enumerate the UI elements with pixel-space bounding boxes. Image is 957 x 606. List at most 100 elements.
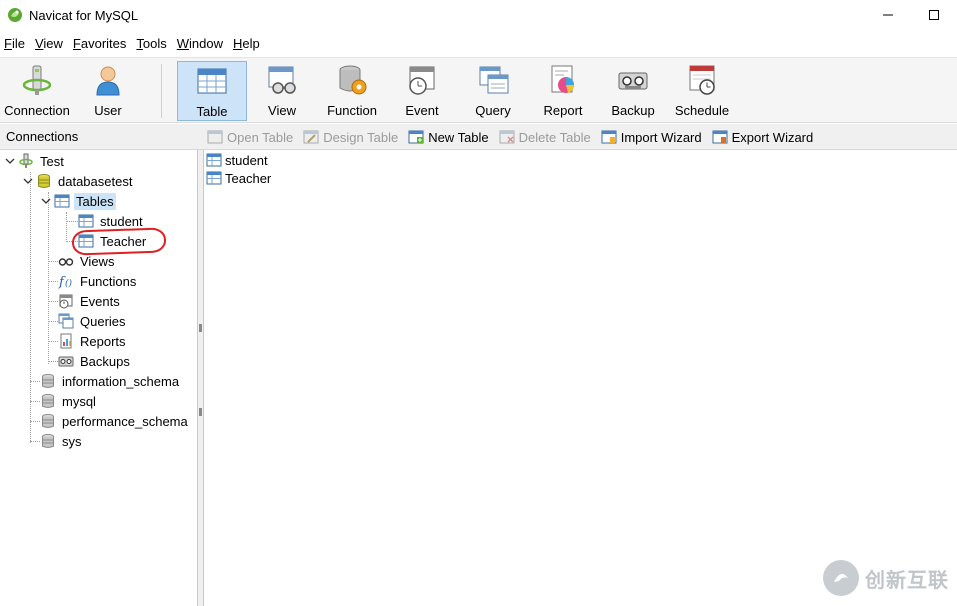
- export-wizard-icon: [712, 130, 728, 144]
- object-list-pane: student Teacher 创新互联: [204, 150, 957, 606]
- schedule-label: Schedule: [674, 103, 730, 118]
- tree-database-performance-schema[interactable]: performance_schema: [40, 411, 190, 431]
- tree-line: [48, 301, 58, 302]
- tree-label: information_schema: [62, 373, 180, 389]
- database-icon: [42, 414, 54, 428]
- tree-line: [48, 361, 58, 362]
- splitter-grip-icon[interactable]: [199, 408, 202, 416]
- tree-label: Test: [40, 153, 64, 169]
- object-item-student[interactable]: student: [206, 151, 268, 169]
- title-bar: Navicat for MySQL: [0, 0, 957, 30]
- view-label: View: [268, 103, 296, 118]
- minimize-button[interactable]: [865, 0, 911, 30]
- tree-label: databasetest: [58, 173, 133, 189]
- maximize-button[interactable]: [911, 0, 957, 30]
- delete-table-button[interactable]: Delete Table: [499, 129, 591, 145]
- backup-label: Backup: [611, 103, 655, 118]
- query-icon: [479, 66, 509, 94]
- tree-folder-functions[interactable]: f() Functions: [58, 271, 138, 291]
- collapse-icon[interactable]: [4, 155, 16, 167]
- tree-line: [30, 381, 40, 382]
- new-table-icon: [408, 130, 424, 144]
- import-wizard-button[interactable]: Import Wizard: [601, 129, 702, 145]
- report-icon: [551, 65, 574, 93]
- watermark: 创新互联: [823, 560, 949, 596]
- tree-label: Functions: [80, 273, 137, 289]
- query-label: Query: [475, 103, 511, 118]
- menu-tools[interactable]: Tools: [131, 36, 171, 51]
- toolbar-separator: [161, 64, 162, 118]
- tree-folder-reports[interactable]: Reports: [58, 331, 128, 351]
- database-icon: [42, 374, 54, 388]
- tree-line: [30, 421, 40, 422]
- watermark-logo-icon: [823, 560, 859, 596]
- tree-label: Events: [80, 293, 120, 309]
- collapse-icon[interactable]: [40, 195, 52, 207]
- open-table-icon: [207, 130, 223, 144]
- tree-line: [30, 441, 40, 442]
- query-button[interactable]: Query: [468, 61, 518, 121]
- delete-table-icon: [499, 130, 515, 144]
- tree-folder-queries[interactable]: Queries: [58, 311, 128, 331]
- tree-database-databasetest[interactable]: databasetest: [22, 171, 134, 191]
- connection-tree-panel: Test databasetest Tables student Teacher…: [0, 150, 198, 606]
- backup-icon: [618, 72, 648, 90]
- main-toolbar: Connection User Table View Function Even…: [0, 57, 957, 123]
- schedule-button[interactable]: Schedule: [672, 61, 732, 121]
- maximize-icon: [929, 10, 939, 20]
- tree-folder-events[interactable]: Events: [58, 291, 122, 311]
- tree-folder-backups[interactable]: Backups: [58, 351, 132, 371]
- report-button[interactable]: Report: [538, 61, 588, 121]
- connection-button[interactable]: Connection: [2, 61, 72, 121]
- tree-line: [66, 212, 67, 242]
- tree-database-information-schema[interactable]: information_schema: [40, 371, 181, 391]
- menu-window[interactable]: Window: [172, 36, 228, 51]
- menu-view[interactable]: View: [30, 36, 68, 51]
- user-icon: [96, 66, 120, 96]
- queries-icon: [58, 313, 74, 329]
- tree-database-mysql[interactable]: mysql: [40, 391, 98, 411]
- backup-button[interactable]: Backup: [606, 61, 660, 121]
- tree-line: [48, 261, 58, 262]
- tree-line: [48, 341, 58, 342]
- splitter-grip-icon[interactable]: [199, 324, 202, 332]
- function-button[interactable]: Function: [322, 61, 382, 121]
- tree-line: [66, 221, 78, 222]
- tree-line: [30, 401, 40, 402]
- tree-label: student: [100, 213, 143, 229]
- schedule-icon: [689, 65, 715, 95]
- event-icon: [409, 66, 435, 95]
- menu-help[interactable]: Help: [228, 36, 265, 51]
- tree-label: Queries: [80, 313, 126, 329]
- collapse-icon[interactable]: [22, 175, 34, 187]
- tree-label: performance_schema: [62, 413, 188, 429]
- menu-favorites[interactable]: Favorites: [68, 36, 131, 51]
- reports-icon: [60, 333, 72, 349]
- design-table-label: Design Table: [323, 129, 399, 145]
- view-button[interactable]: View: [256, 61, 308, 121]
- tree-line: [30, 172, 31, 443]
- user-button[interactable]: User: [80, 61, 136, 121]
- database-open-icon: [38, 174, 50, 188]
- user-label: User: [94, 103, 122, 118]
- open-table-button[interactable]: Open Table: [207, 129, 293, 145]
- tree-folder-tables[interactable]: Tables: [40, 191, 116, 211]
- object-item-label: Teacher: [225, 170, 272, 186]
- export-wizard-button[interactable]: Export Wizard: [712, 129, 814, 145]
- table-label: Table: [196, 104, 228, 119]
- table-icon: [206, 171, 222, 185]
- window-title: Navicat for MySQL: [29, 7, 139, 23]
- event-button[interactable]: Event: [398, 61, 446, 121]
- tree-connection-test[interactable]: Test: [4, 151, 66, 171]
- design-table-button[interactable]: Design Table: [303, 129, 398, 145]
- new-table-button[interactable]: New Table: [408, 129, 489, 145]
- export-wizard-label: Export Wizard: [731, 129, 814, 145]
- menu-file[interactable]: File: [0, 36, 30, 51]
- tree-database-sys[interactable]: sys: [40, 431, 84, 451]
- object-item-teacher[interactable]: Teacher: [206, 169, 271, 187]
- table-button[interactable]: Table: [177, 61, 247, 121]
- tree-line: [48, 321, 58, 322]
- report-label: Report: [543, 103, 583, 118]
- tree-label: Backups: [80, 353, 130, 369]
- delete-table-label: Delete Table: [518, 129, 591, 145]
